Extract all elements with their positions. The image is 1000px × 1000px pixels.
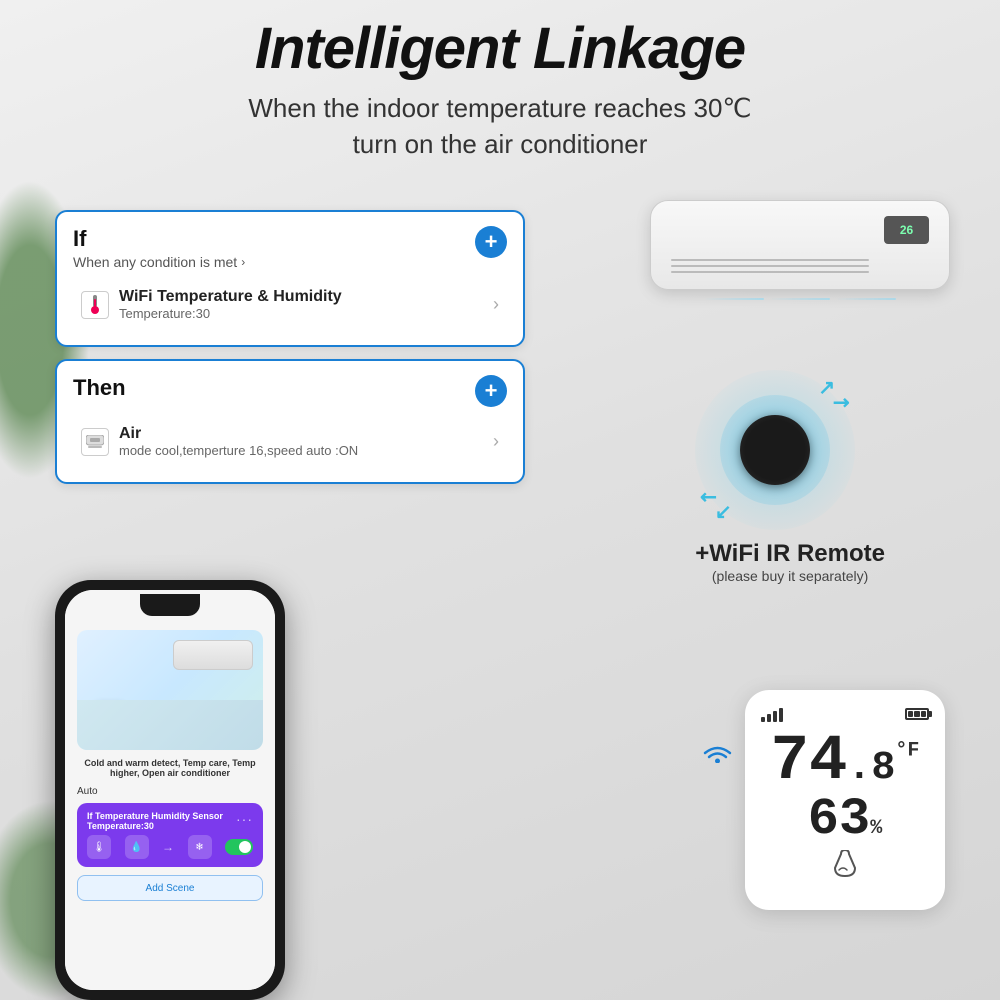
sensor-top-bar <box>761 706 929 722</box>
ac-unit: 26 <box>650 200 950 300</box>
battery-icon <box>905 708 929 720</box>
battery-cell-3 <box>921 711 926 717</box>
phone-hero-image <box>77 630 263 750</box>
temperature-decimal: .8 <box>847 746 895 791</box>
battery-cell-1 <box>908 711 913 717</box>
then-item-name: Air <box>119 425 483 443</box>
phone-container: Cold and warm detect, Temp care, Temp hi… <box>55 580 285 1000</box>
battery-cell-2 <box>914 711 919 717</box>
phone-arrow-icon: → <box>162 840 174 854</box>
ir-arrow-tr: ↗ <box>818 375 835 400</box>
if-item-row: WiFi Temperature & Humidity Temperature:… <box>73 278 507 331</box>
humidity-display: 63% <box>761 794 929 846</box>
if-card-left: If When any condition is met › <box>73 226 245 270</box>
ac-grille <box>671 259 869 277</box>
then-card-header: Then + <box>73 375 507 407</box>
ir-remote-label: +WiFi IR Remote <box>695 540 885 568</box>
phone-icon-sensor: 🌡 <box>87 835 111 859</box>
phone-more-dots[interactable]: ··· <box>236 811 253 827</box>
phone-toggle-dot <box>239 841 251 853</box>
ir-circle-mid <box>720 395 830 505</box>
ir-circle-inner <box>740 415 810 485</box>
if-item-detail: Temperature:30 <box>119 306 483 321</box>
phone-hero-ac <box>173 640 253 670</box>
phone-card-header: If Temperature Humidity Sensor Temperatu… <box>87 811 253 835</box>
signal-bar-1 <box>761 717 765 722</box>
automation-panel: If When any condition is met › + WiFi Te… <box>55 210 525 498</box>
phone-add-scene-label: Add Scene <box>146 883 195 894</box>
subtitle-line1: When the indoor temperature reaches 30℃ <box>248 93 751 123</box>
phone-screen: Cold and warm detect, Temp care, Temp hi… <box>65 590 275 990</box>
sensor-device: 74.8°F 63% <box>745 690 945 910</box>
temperature-display: 74.8°F <box>761 730 929 794</box>
if-card-title: If <box>73 226 245 252</box>
phone-hero-floor <box>77 700 263 750</box>
phone-toggle[interactable] <box>225 839 253 855</box>
then-add-button[interactable]: + <box>475 375 507 407</box>
air-line-2 <box>770 298 830 300</box>
sensor-body: 74.8°F 63% <box>745 690 945 910</box>
then-item-row: Air mode cool,temperture 16,speed auto :… <box>73 415 507 468</box>
signal-bars <box>761 706 783 722</box>
if-add-button[interactable]: + <box>475 226 507 258</box>
signal-bar-2 <box>767 714 771 722</box>
humidity-value: 63 <box>808 790 870 849</box>
if-card-header: If When any condition is met › + <box>73 226 507 270</box>
then-item-content: Air mode cool,temperture 16,speed auto :… <box>119 425 483 458</box>
phone-add-scene-button[interactable]: Add Scene <box>77 875 263 901</box>
air-flow <box>650 298 950 300</box>
air-conditioner-icon <box>81 428 109 456</box>
ac-grille-line-3 <box>671 271 869 273</box>
phone-notch <box>140 594 200 616</box>
phone-caption: Cold and warm detect, Temp care, Temp hi… <box>77 758 263 778</box>
signal-bar-4 <box>779 708 783 722</box>
phone-auto-label: Auto <box>77 786 263 797</box>
ir-remote-container: ↗ ↗ ↗ ↗ +WiFi IR Remote (please buy it s… <box>695 370 885 584</box>
ac-display: 26 <box>884 216 929 244</box>
phone-body: Cold and warm detect, Temp care, Temp hi… <box>55 580 285 1000</box>
temperature-sensor-icon <box>81 291 109 319</box>
then-card-title: Then <box>73 375 126 401</box>
phone-content: Cold and warm detect, Temp care, Temp hi… <box>65 590 275 990</box>
if-card: If When any condition is met › + WiFi Te… <box>55 210 525 347</box>
if-item-content: WiFi Temperature & Humidity Temperature:… <box>119 288 483 321</box>
phone-icon-thermo: 💧 <box>125 835 149 859</box>
if-item-name: WiFi Temperature & Humidity <box>119 288 483 306</box>
signal-bar-3 <box>773 711 777 722</box>
condition-chevron: › <box>241 255 245 269</box>
phone-automation-card[interactable]: If Temperature Humidity Sensor Temperatu… <box>77 803 263 867</box>
condition-row[interactable]: When any condition is met › <box>73 254 245 270</box>
then-card: Then + Air mode cool,temperture 16,speed… <box>55 359 525 484</box>
main-title: Intelligent Linkage <box>0 15 1000 82</box>
ac-body: 26 <box>650 200 950 290</box>
if-item-chevron[interactable]: › <box>493 294 499 315</box>
ir-arrow-bl: ↗ <box>715 500 732 525</box>
subtitle: When the indoor temperature reaches 30℃ … <box>0 90 1000 163</box>
temperature-unit: °F <box>895 740 919 763</box>
ac-grille-line-2 <box>671 265 869 267</box>
then-item-detail: mode cool,temperture 16,speed auto :ON <box>119 443 483 458</box>
ir-remote-sublabel: (please buy it separately) <box>695 568 885 584</box>
wifi-signal-icon <box>700 735 735 770</box>
temperature-value: 74 <box>771 726 848 798</box>
phone-icon-ac: ❄ <box>188 835 212 859</box>
humidity-icon <box>761 850 929 886</box>
phone-automation-icons: 🌡 💧 → ❄ <box>87 835 253 859</box>
subtitle-line2: turn on the air conditioner <box>353 129 648 159</box>
humidity-unit: % <box>870 817 882 840</box>
then-item-chevron[interactable]: › <box>493 431 499 452</box>
ac-grille-line-1 <box>671 259 869 261</box>
condition-text: When any condition is met <box>73 254 237 270</box>
air-line-3 <box>836 298 896 300</box>
air-line-1 <box>704 298 764 300</box>
phone-automation-title: If Temperature Humidity Sensor Temperatu… <box>87 811 223 831</box>
header: Intelligent Linkage When the indoor temp… <box>0 15 1000 163</box>
ir-circle-outer: ↗ ↗ ↗ ↗ <box>695 370 855 530</box>
